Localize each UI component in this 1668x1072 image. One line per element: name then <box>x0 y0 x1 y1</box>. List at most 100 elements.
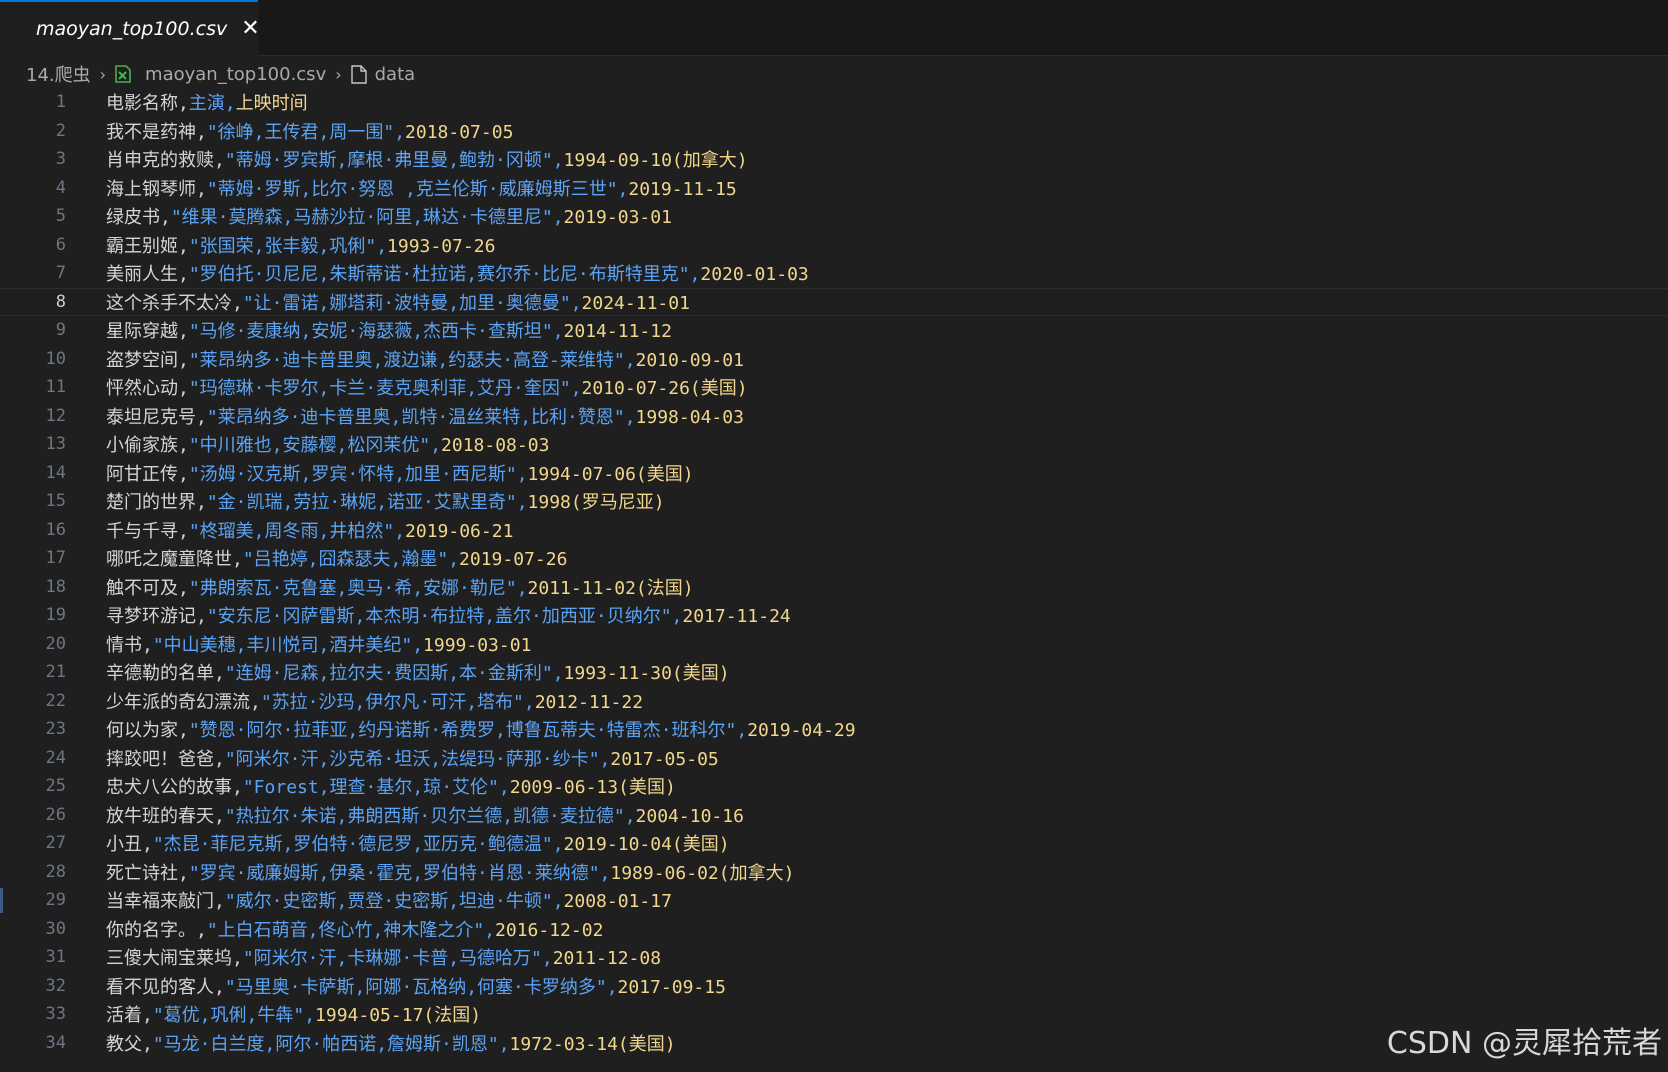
csv-field-3: 2018-07-05 <box>405 121 514 143</box>
line-content: 霸王别姬,"张国荣,张丰毅,巩俐",1993-07-26 <box>106 232 495 258</box>
csv-field-3: 2017-11-24 <box>682 606 791 628</box>
csv-field-1: 何以为家, <box>106 720 189 742</box>
code-line[interactable]: 17 哪吒之魔童降世,"吕艳婷,囧森瑟夫,瀚墨",2019-07-26 <box>0 544 1668 573</box>
csv-field-3: 2010-09-01 <box>635 349 744 371</box>
csv-field-1: 摔跤吧！爸爸, <box>106 748 225 770</box>
line-content: 教父,"马龙·白兰度,阿尔·帕西诺,詹姆斯·凯恩",1972-03-14(美国) <box>106 1030 676 1056</box>
line-number: 22 <box>45 690 66 711</box>
line-content: 泰坦尼克号,"莱昂纳多·迪卡普里奥,凯特·温丝莱特,比利·赞恩",1998-04… <box>106 403 744 429</box>
line-content: 阿甘正传,"汤姆·汉克斯,罗宾·怀特,加里·西尼斯",1994-07-06(美国… <box>106 460 694 486</box>
csv-field-2: "马里奥·卡萨斯,阿娜·瓦格纳,何塞·卡罗纳多", <box>224 976 618 998</box>
code-editor[interactable]: 1 电影名称,主演,上映时间 2 我不是药神,"徐峥,王传君,周一围",2018-07… <box>0 88 1668 1072</box>
csv-field-2: "威尔·史密斯,贾登·史密斯,坦迪·牛顿", <box>224 891 564 913</box>
csv-field-3: 2011-11-02(法国) <box>527 577 694 599</box>
code-line[interactable]: 19 寻梦环游记,"安东尼·冈萨雷斯,本杰明·布拉特,盖尔·加西亚·贝纳尔",20… <box>0 601 1668 630</box>
line-number: 25 <box>45 776 66 797</box>
code-line[interactable]: 12 泰坦尼克号,"莱昂纳多·迪卡普里奥,凯特·温丝莱特,比利·赞恩",1998-… <box>0 402 1668 431</box>
code-line[interactable]: 9 星际穿越,"马修·麦康纳,安妮·海瑟薇,杰西卡·查斯坦",2014-11-12 <box>0 316 1668 345</box>
code-line[interactable]: 18 触不可及,"弗朗索瓦·克鲁塞,奥马·希,安娜·勒尼",2011-11-02(… <box>0 573 1668 602</box>
line-number: 9 <box>55 320 66 341</box>
code-line[interactable]: 10 盗梦空间,"莱昂纳多·迪卡普里奥,渡边谦,约瑟夫·高登-莱维特",2010-… <box>0 345 1668 374</box>
code-line[interactable]: 23 何以为家,"赞恩·阿尔·拉菲亚,约丹诺斯·希费罗,博鲁瓦蒂夫·特雷杰·班科尔… <box>0 715 1668 744</box>
csv-field-2: "罗伯托·贝尼尼,朱斯蒂诺·杜拉诺,赛尔乔·比尼·布斯特里克", <box>188 264 701 286</box>
line-content: 当幸福来敲门,"威尔·史密斯,贾登·史密斯,坦迪·牛顿",2008-01-17 <box>106 887 672 913</box>
code-line[interactable]: 2 我不是药神,"徐峥,王传君,周一围",2018-07-05 <box>0 117 1668 146</box>
line-number: 1 <box>55 92 66 113</box>
code-line[interactable]: 14 阿甘正传,"汤姆·汉克斯,罗宾·怀特,加里·西尼斯",1994-07-06(… <box>0 459 1668 488</box>
code-line[interactable]: 8 这个杀手不太冷,"让·雷诺,娜塔莉·波特曼,加里·奥德曼",2024-11-0… <box>0 288 1668 317</box>
line-content: 你的名字。,"上白石萌音,佟心竹,神木隆之介",2016-12-02 <box>106 916 603 942</box>
code-line[interactable]: 15 楚门的世界,"金·凯瑞,劳拉·琳妮,诺亚·艾默里奇",1998(罗马尼亚) <box>0 487 1668 516</box>
csv-field-1: 少年派的奇幻漂流, <box>106 691 261 713</box>
breadcrumb-file[interactable]: maoyan_top100.csv <box>145 64 326 85</box>
code-line[interactable]: 16 千与千寻,"柊瑠美,周冬雨,井柏然",2019-06-21 <box>0 516 1668 545</box>
tab-title: maoyan_top100.csv <box>36 18 228 40</box>
csv-field-3: 2020-01-03 <box>700 264 809 286</box>
code-line[interactable]: 13 小偷家族,"中川雅也,安藤樱,松冈茉优",2018-08-03 <box>0 430 1668 459</box>
csv-field-1: 当幸福来敲门, <box>106 891 225 913</box>
line-number: 23 <box>45 719 66 740</box>
csv-field-3: 2024-11-01 <box>581 292 690 314</box>
csv-field-3: 1998(罗马尼亚) <box>527 492 665 514</box>
watermark: CSDN @灵犀拾荒者 <box>1386 1026 1662 1061</box>
csv-field-1: 美丽人生, <box>106 264 189 286</box>
code-line[interactable]: 26 放牛班的春天,"热拉尔·朱诺,弗朗西斯·贝尔兰德,凯德·麦拉德",2004-… <box>0 801 1668 830</box>
line-content: 看不见的客人,"马里奥·卡萨斯,阿娜·瓦格纳,何塞·卡罗纳多",2017-09-… <box>106 973 726 999</box>
chevron-right-icon: › <box>335 64 342 84</box>
code-line[interactable]: 6 霸王别姬,"张国荣,张丰毅,巩俐",1993-07-26 <box>0 231 1668 260</box>
line-content: 死亡诗社,"罗宾·威廉姆斯,伊桑·霍克,罗伯特·肖恩·莱纳德",1989-06-… <box>106 859 794 885</box>
line-content: 三傻大闹宝莱坞,"阿米尔·汗,卡琳娜·卡普,马德哈万",2011-12-08 <box>106 944 661 970</box>
csv-field-2: "Forest,理查·基尔,琼·艾伦", <box>242 777 510 799</box>
csv-field-3: 1994-09-10(加拿大) <box>563 150 748 172</box>
line-content: 放牛班的春天,"热拉尔·朱诺,弗朗西斯·贝尔兰德,凯德·麦拉德",2004-10… <box>106 802 744 828</box>
code-line[interactable]: 32 看不见的客人,"马里奥·卡萨斯,阿娜·瓦格纳,何塞·卡罗纳多",2017-0… <box>0 972 1668 1001</box>
code-line[interactable]: 31 三傻大闹宝莱坞,"阿米尔·汗,卡琳娜·卡普,马德哈万",2011-12-08 <box>0 943 1668 972</box>
csv-field-1: 寻梦环游记, <box>106 606 207 628</box>
code-line[interactable]: 3 肖申克的救赎,"蒂姆·罗宾斯,摩根·弗里曼,鲍勃·冈顿",1994-09-10… <box>0 145 1668 174</box>
tab-maoyan-csv[interactable]: maoyan_top100.csv ✕ <box>0 0 260 56</box>
csv-field-1: 死亡诗社, <box>106 862 189 884</box>
csv-field-1: 千与千寻, <box>106 520 189 542</box>
code-line[interactable]: 28 死亡诗社,"罗宾·威廉姆斯,伊桑·霍克,罗伯特·肖恩·莱纳德",1989-0… <box>0 858 1668 887</box>
csv-field-2: "汤姆·汉克斯,罗宾·怀特,加里·西尼斯", <box>188 463 528 485</box>
csv-field-1: 放牛班的春天, <box>106 805 225 827</box>
close-icon[interactable]: ✕ <box>241 18 259 40</box>
code-line[interactable]: 22 少年派的奇幻漂流,"苏拉·沙玛,伊尔凡·可汗,塔布",2012-11-22 <box>0 687 1668 716</box>
csv-field-3: 2017-05-05 <box>610 748 719 770</box>
line-number: 7 <box>55 263 66 284</box>
line-content: 何以为家,"赞恩·阿尔·拉菲亚,约丹诺斯·希费罗,博鲁瓦蒂夫·特雷杰·班科尔",… <box>106 716 856 742</box>
csv-file-icon <box>115 65 131 83</box>
csv-field-1: 阿甘正传, <box>106 463 189 485</box>
csv-field-2: "赞恩·阿尔·拉菲亚,约丹诺斯·希费罗,博鲁瓦蒂夫·特雷杰·班科尔", <box>188 720 748 742</box>
code-line[interactable]: 11 怦然心动,"玛德琳·卡罗尔,卡兰·麦克奥利菲,艾丹·奎因",2010-07-… <box>0 373 1668 402</box>
code-line[interactable]: 21 辛德勒的名单,"连姆·尼森,拉尔夫·费因斯,本·金斯利",1993-11-3… <box>0 658 1668 687</box>
code-line[interactable]: 24 摔跤吧！爸爸,"阿米尔·汗,沙克希·坦沃,法缇玛·萨那·纱卡",2017-0… <box>0 744 1668 773</box>
code-line[interactable]: 25 忠犬八公的故事,"Forest,理查·基尔,琼·艾伦",2009-06-13… <box>0 772 1668 801</box>
line-content: 绿皮书,"维果·莫腾森,马赫沙拉·阿里,琳达·卡德里尼",2019-03-01 <box>106 203 672 229</box>
csv-field-3: 2019-11-15 <box>628 178 737 200</box>
csv-field-3: 2019-03-01 <box>563 207 672 229</box>
line-number: 28 <box>45 861 66 882</box>
code-line[interactable]: 20 情书,"中山美穗,丰川悦司,酒井美纪",1999-03-01 <box>0 630 1668 659</box>
code-line[interactable]: 5 绿皮书,"维果·莫腾森,马赫沙拉·阿里,琳达·卡德里尼",2019-03-01 <box>0 202 1668 231</box>
csv-field-3: 2010-07-26(美国) <box>581 378 748 400</box>
code-line[interactable]: 7 美丽人生,"罗伯托·贝尼尼,朱斯蒂诺·杜拉诺,赛尔乔·比尼·布斯特里克",20… <box>0 259 1668 288</box>
code-line[interactable]: 29 当幸福来敲门,"威尔·史密斯,贾登·史密斯,坦迪·牛顿",2008-01-1… <box>0 886 1668 915</box>
csv-field-2: "安东尼·冈萨雷斯,本杰明·布拉特,盖尔·加西亚·贝纳尔", <box>206 606 683 628</box>
code-line[interactable]: 30 你的名字。,"上白石萌音,佟心竹,神木隆之介",2016-12-02 <box>0 915 1668 944</box>
csv-field-1: 电影名称, <box>106 93 189 115</box>
csv-field-2: "马龙·白兰度,阿尔·帕西诺,詹姆斯·凯恩", <box>152 1033 510 1055</box>
code-line[interactable]: 1 电影名称,主演,上映时间 <box>0 88 1668 117</box>
code-line[interactable]: 27 小丑,"杰昆·菲尼克斯,罗伯特·德尼罗,亚历克·鲍德温",2019-10-0… <box>0 829 1668 858</box>
csv-field-3: 1998-04-03 <box>635 406 744 428</box>
breadcrumb-symbol[interactable]: data <box>375 64 416 85</box>
csv-field-1: 海上钢琴师, <box>106 178 207 200</box>
csv-field-1: 小偷家族, <box>106 435 189 457</box>
csv-field-3: 2004-10-16 <box>635 805 744 827</box>
csv-field-1: 盗梦空间, <box>106 349 189 371</box>
csv-field-1: 我不是药神, <box>106 121 207 143</box>
csv-field-3: 2019-06-21 <box>405 520 514 542</box>
breadcrumb-folder[interactable]: 14.爬虫 <box>26 61 91 87</box>
code-line[interactable]: 4 海上钢琴师,"蒂姆·罗斯,比尔·努恩 ,克兰伦斯·威廉姆斯三世",2019-1… <box>0 174 1668 203</box>
csv-field-1: 辛德勒的名单, <box>106 663 225 685</box>
